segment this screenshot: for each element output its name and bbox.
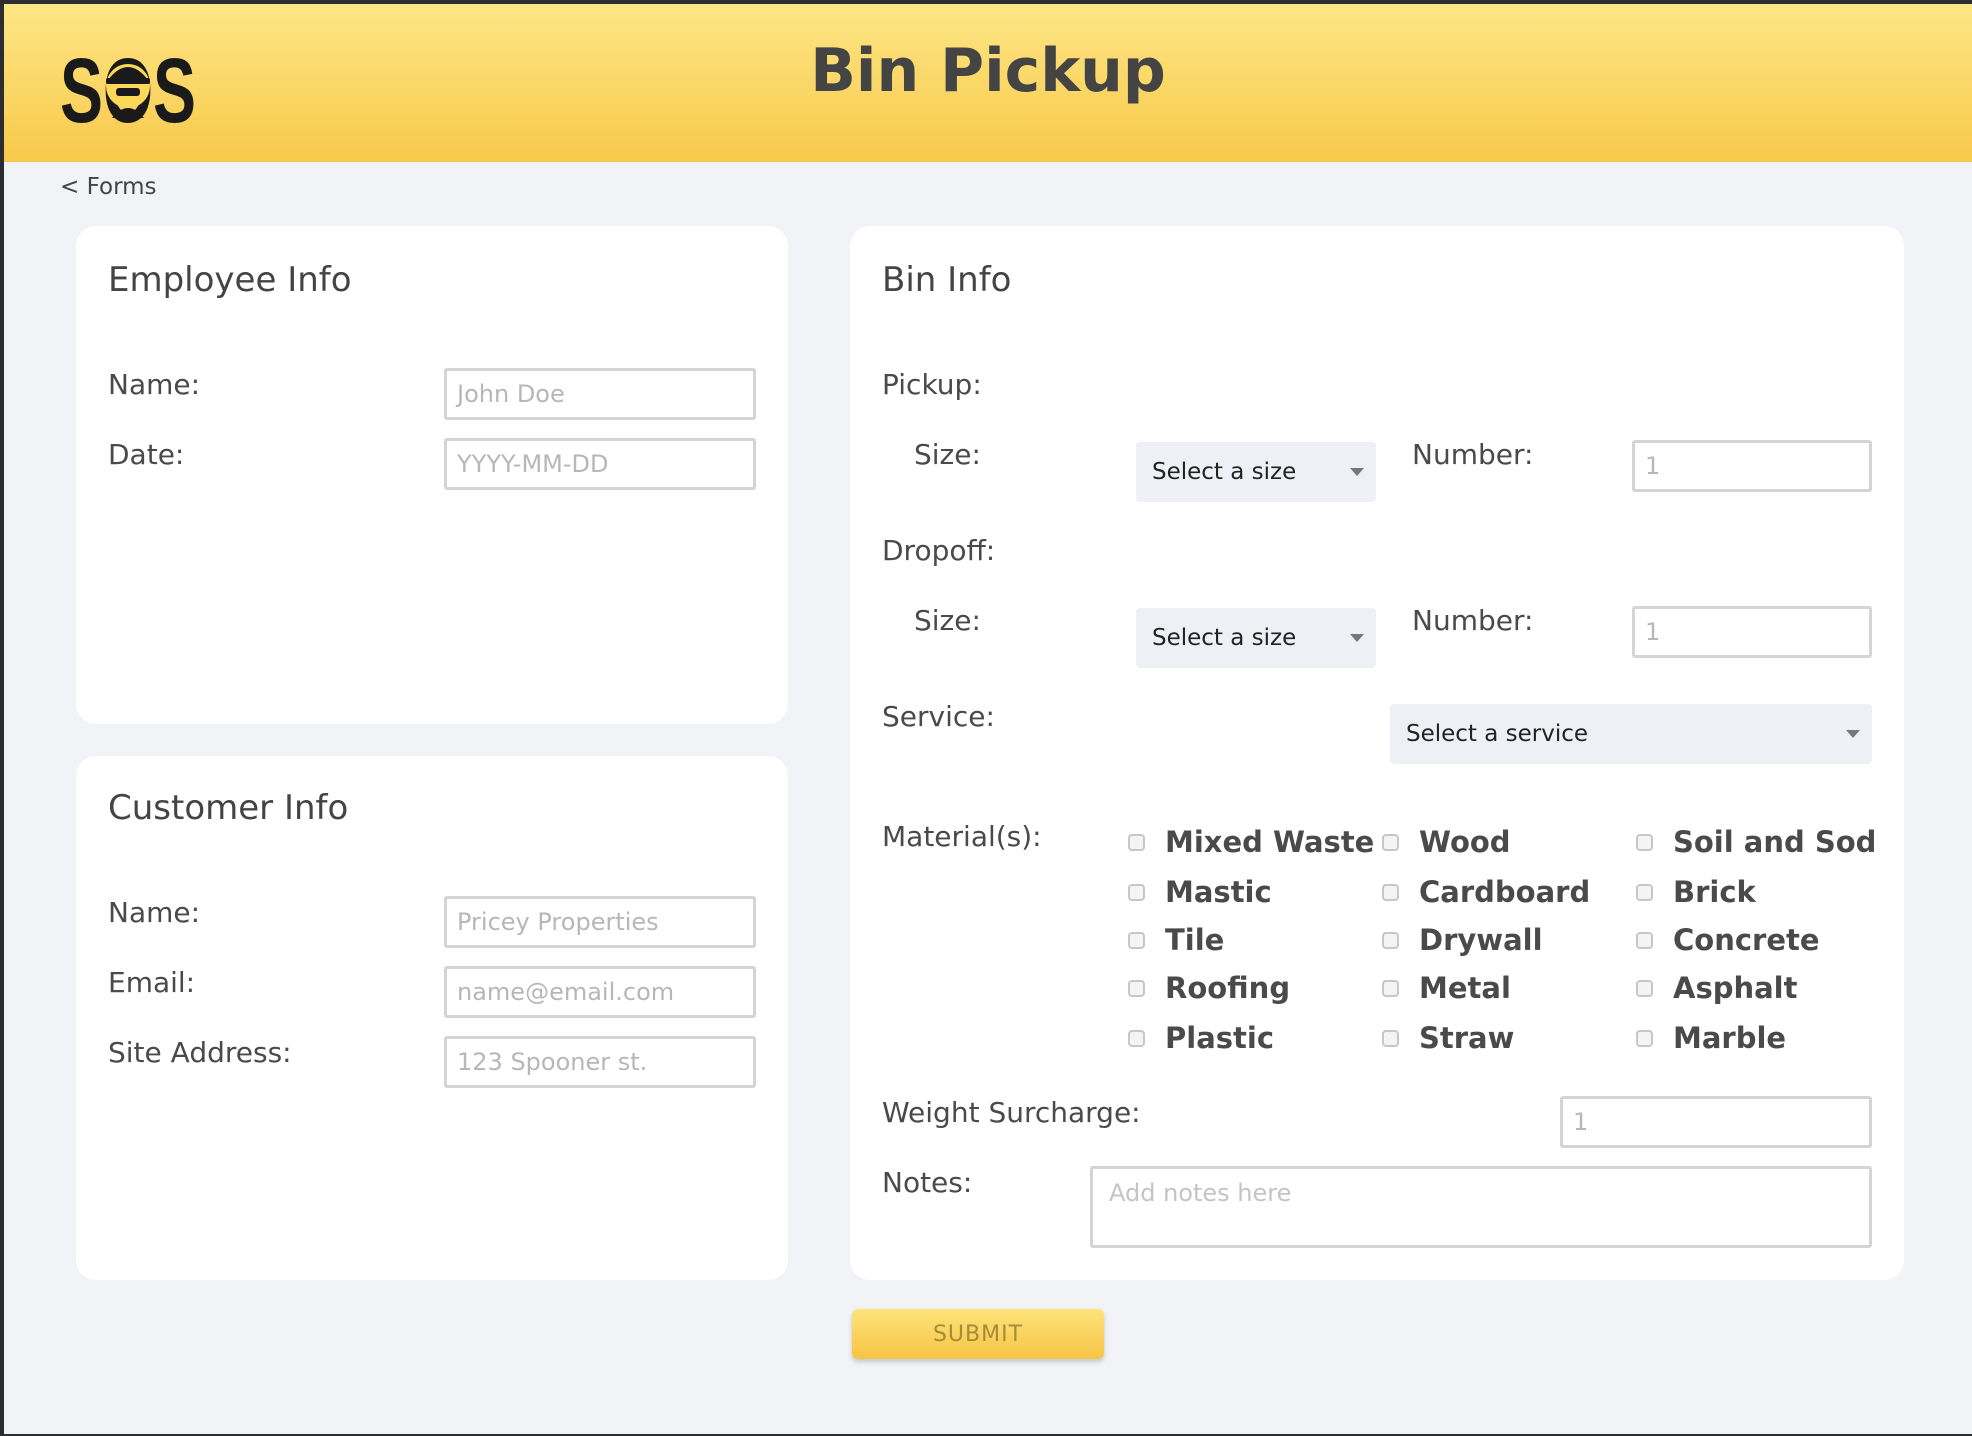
customer-info-title: Customer Info (108, 788, 349, 828)
weight-surcharge-input[interactable]: 1 (1560, 1096, 1872, 1148)
materials-label: Material(s): (882, 820, 1042, 853)
chevron-down-icon (1350, 468, 1364, 476)
checkbox[interactable] (1636, 931, 1653, 949)
material-tile[interactable]: Tile (1128, 922, 1224, 958)
dropoff-number-label: Number: (1412, 604, 1534, 637)
checkbox[interactable] (1382, 883, 1399, 901)
employee-name-label: Name: (108, 368, 201, 401)
weight-surcharge-label: Weight Surcharge: (882, 1096, 1141, 1129)
notes-textarea[interactable]: Add notes here (1090, 1166, 1872, 1248)
checkbox[interactable] (1636, 979, 1653, 997)
pickup-number-label: Number: (1412, 438, 1534, 471)
chevron-down-icon (1350, 634, 1364, 642)
material-asphalt[interactable]: Asphalt (1636, 970, 1797, 1006)
checkbox[interactable] (1382, 1029, 1399, 1047)
checkbox[interactable] (1636, 833, 1653, 851)
dropoff-size-select[interactable]: Select a size (1136, 608, 1376, 668)
pickup-label: Pickup: (882, 368, 982, 401)
material-plastic[interactable]: Plastic (1128, 1020, 1274, 1056)
back-to-forms-link[interactable]: < Forms (60, 174, 157, 200)
employee-info-title: Employee Info (108, 260, 352, 300)
material-wood[interactable]: Wood (1382, 824, 1511, 860)
checkbox[interactable] (1128, 1029, 1145, 1047)
material-metal[interactable]: Metal (1382, 970, 1511, 1006)
employee-date-input[interactable]: YYYY-MM-DD (444, 438, 756, 490)
customer-email-label: Email: (108, 966, 196, 999)
app-window: SOS Bin Pickup < Forms Employee Info Nam… (4, 4, 1972, 1434)
checkbox[interactable] (1128, 979, 1145, 997)
checkbox[interactable] (1382, 833, 1399, 851)
header-bar: SOS Bin Pickup (4, 4, 1972, 162)
bin-info-card: Bin Info Pickup: Size: Select a size Num… (850, 226, 1904, 1280)
material-mastic[interactable]: Mastic (1128, 874, 1272, 910)
dropoff-number-input[interactable]: 1 (1632, 606, 1872, 658)
site-address-input[interactable]: 123 Spooner st. (444, 1036, 756, 1088)
dropoff-label: Dropoff: (882, 534, 996, 567)
checkbox[interactable] (1636, 1029, 1653, 1047)
checkbox[interactable] (1128, 833, 1145, 851)
employee-info-card: Employee Info Name: John Doe Date: YYYY-… (76, 226, 788, 724)
checkbox[interactable] (1382, 931, 1399, 949)
material-soil-and-sod[interactable]: Soil and Sod (1636, 824, 1876, 860)
checkbox[interactable] (1636, 883, 1653, 901)
customer-email-input[interactable]: name@email.com (444, 966, 756, 1018)
employee-name-input[interactable]: John Doe (444, 368, 756, 420)
dropoff-size-label: Size: (914, 604, 981, 637)
employee-date-label: Date: (108, 438, 185, 471)
customer-name-input[interactable]: Pricey Properties (444, 896, 756, 948)
service-label: Service: (882, 700, 995, 733)
service-value: Select a service (1406, 721, 1589, 747)
page-title: Bin Pickup (810, 36, 1166, 106)
material-cardboard[interactable]: Cardboard (1382, 874, 1590, 910)
bin-info-title: Bin Info (882, 260, 1012, 300)
material-mixed-waste[interactable]: Mixed Waste (1128, 824, 1374, 860)
dropoff-size-value: Select a size (1152, 625, 1297, 651)
site-address-label: Site Address: (108, 1036, 292, 1069)
pickup-size-label: Size: (914, 438, 981, 471)
material-brick[interactable]: Brick (1636, 874, 1756, 910)
notes-label: Notes: (882, 1166, 973, 1199)
material-drywall[interactable]: Drywall (1382, 922, 1543, 958)
chevron-down-icon (1846, 730, 1860, 738)
checkbox[interactable] (1128, 883, 1145, 901)
material-straw[interactable]: Straw (1382, 1020, 1514, 1056)
service-select[interactable]: Select a service (1390, 704, 1872, 764)
material-marble[interactable]: Marble (1636, 1020, 1786, 1056)
material-concrete[interactable]: Concrete (1636, 922, 1820, 958)
submit-button[interactable]: SUBMIT (852, 1309, 1104, 1359)
checkbox[interactable] (1128, 931, 1145, 949)
pickup-size-select[interactable]: Select a size (1136, 442, 1376, 502)
checkbox[interactable] (1382, 979, 1399, 997)
pickup-number-input[interactable]: 1 (1632, 440, 1872, 492)
pickup-size-value: Select a size (1152, 459, 1297, 485)
customer-info-card: Customer Info Name: Pricey Properties Em… (76, 756, 788, 1280)
material-roofing[interactable]: Roofing (1128, 970, 1290, 1006)
customer-name-label: Name: (108, 896, 201, 929)
